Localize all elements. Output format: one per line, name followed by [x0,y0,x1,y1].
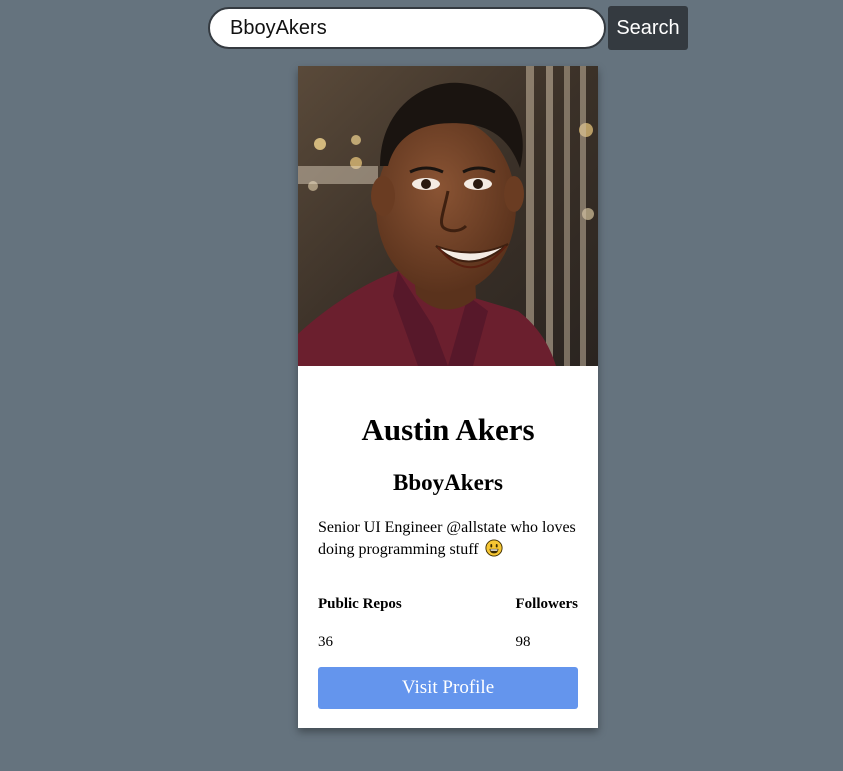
profile-card: Austin Akers BboyAkers Senior UI Enginee… [298,66,598,728]
avatar [298,66,598,366]
followers-value: 98 [515,634,531,650]
username: BboyAkers [393,470,503,495]
followers-stat: Followers 98 [516,595,578,651]
search-button[interactable]: Search [608,6,688,50]
stats: Public Repos 36 Followers 98 [318,595,578,651]
repos-label: Public Repos [318,596,402,612]
repos-value: 36 [318,634,333,650]
followers-label: Followers [515,596,578,612]
grinning-face-emoji-icon [485,539,503,557]
bio: Senior UI Engineer @allstate who loves d… [318,517,578,561]
repos-stat: Public Repos 36 [318,595,402,651]
bio-text: Senior UI Engineer @allstate who loves d… [318,519,576,558]
visit-profile-button[interactable]: Visit Profile [318,667,578,709]
full-name: Austin Akers [361,412,535,447]
card-body: Austin Akers BboyAkers Senior UI Enginee… [298,413,598,709]
search-bar: Search [208,6,688,50]
search-input[interactable] [208,7,606,49]
